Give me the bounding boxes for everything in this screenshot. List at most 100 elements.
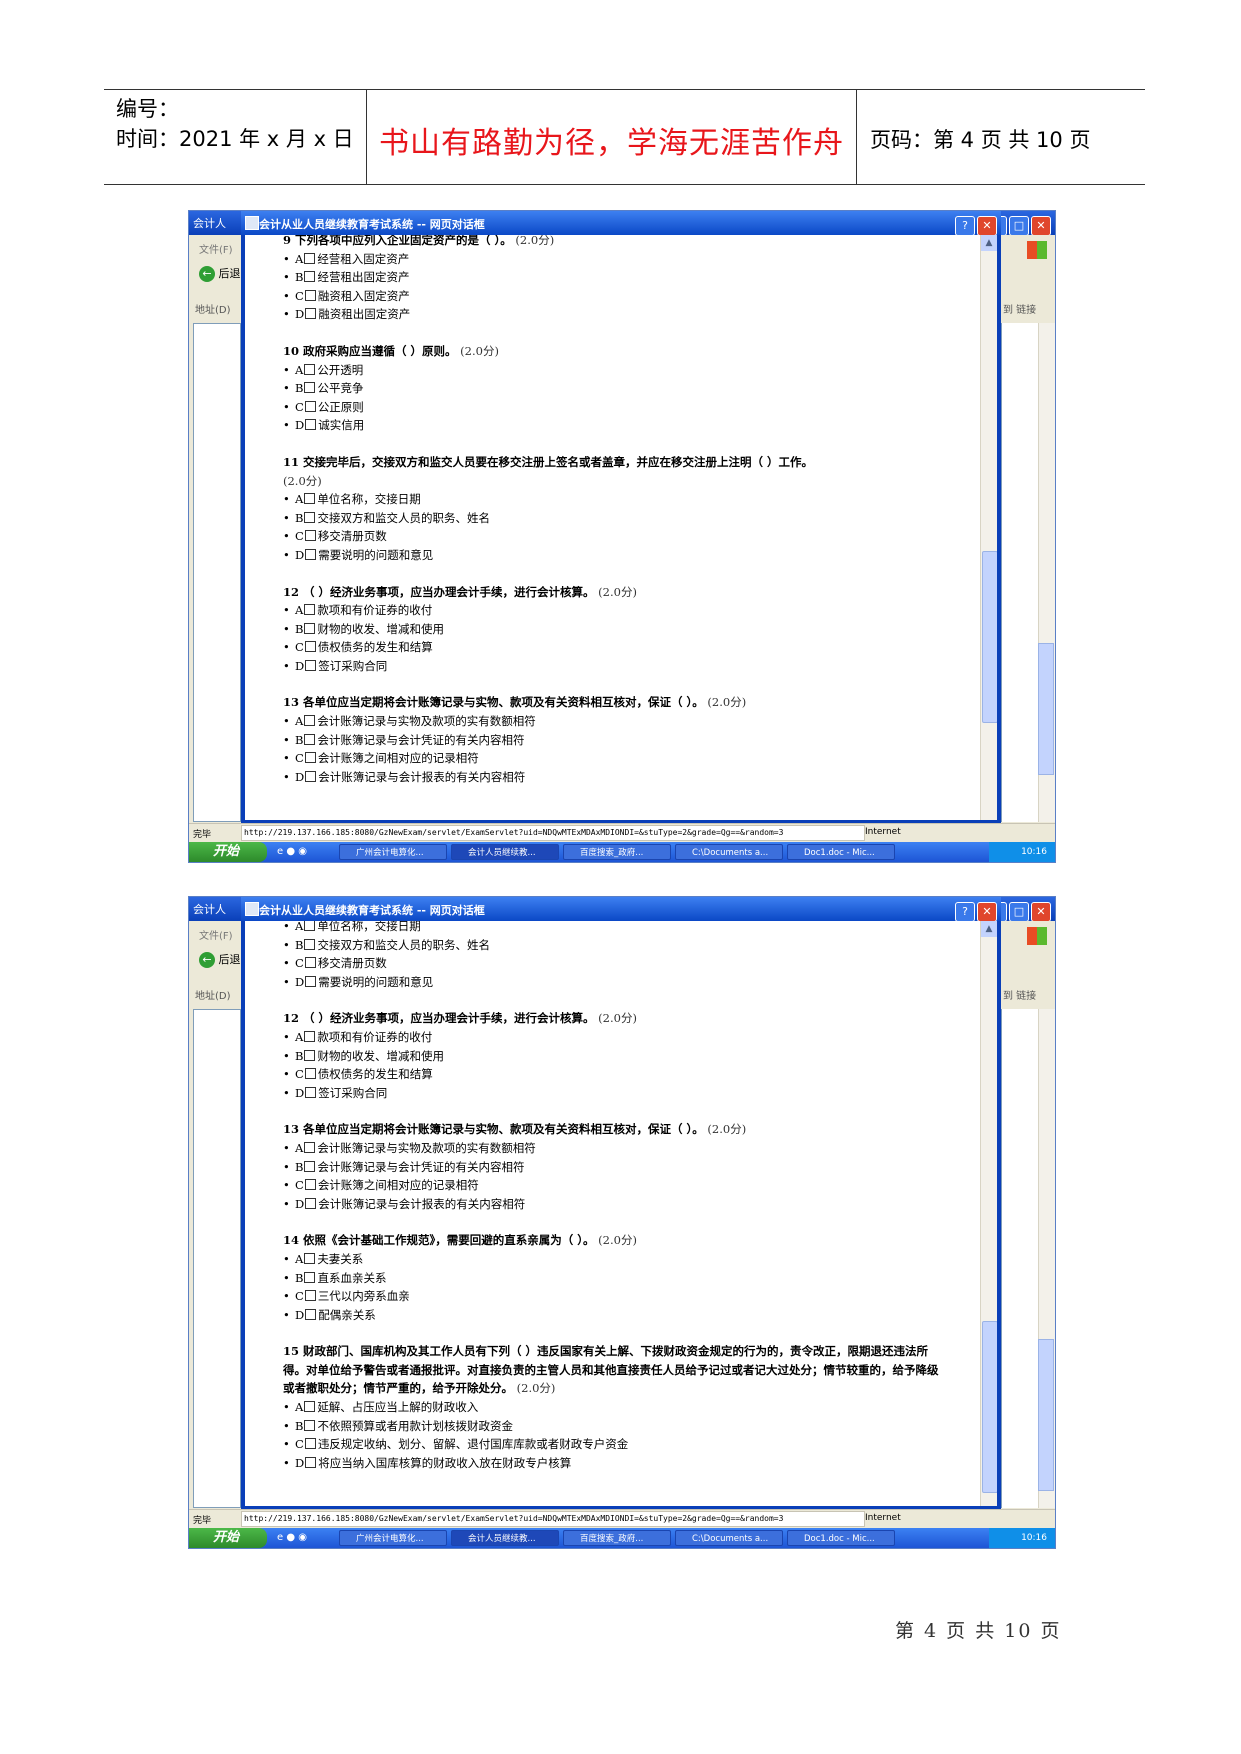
option-c[interactable]: • C 债权债务的发生和结算 [283, 638, 947, 657]
taskbar-item[interactable]: 百度搜索_政府... [563, 1530, 671, 1546]
option-b[interactable]: • B 经营租出固定资产 [283, 268, 947, 287]
checkbox[interactable] [305, 548, 317, 560]
dialog-scrollbar[interactable]: ▲ [980, 921, 997, 1506]
checkbox[interactable] [304, 493, 316, 505]
checkbox[interactable] [305, 1456, 317, 1468]
taskbar-item[interactable]: 会计人员继续教... [451, 1530, 559, 1546]
option-c[interactable]: • C 公正原则 [283, 398, 947, 417]
option-b[interactable]: • B 直系血亲关系 [283, 1269, 947, 1288]
help-icon[interactable]: ? [955, 216, 975, 236]
checkbox[interactable] [304, 1401, 316, 1413]
back-button[interactable]: ← 后退 [199, 951, 241, 968]
option-d[interactable]: • D 配偶亲关系 [283, 1306, 947, 1325]
links-label[interactable]: 到 链接 [1003, 987, 1036, 1002]
checkbox[interactable] [304, 1030, 316, 1042]
checkbox[interactable] [304, 271, 316, 283]
checkbox[interactable] [304, 921, 316, 931]
checkbox[interactable] [304, 289, 316, 301]
option-b[interactable]: • B 交接双方和监交人员的职务、姓名 [283, 509, 947, 528]
checkbox[interactable] [304, 1252, 316, 1264]
file-menu[interactable]: 文件(F) [199, 241, 233, 256]
option-b[interactable]: • B 会计账簿记录与会计凭证的有关内容相符 [283, 1158, 947, 1177]
scroll-up-icon[interactable]: ▲ [981, 235, 997, 251]
checkbox[interactable] [304, 1438, 316, 1450]
option-b[interactable]: • B 会计账簿记录与会计凭证的有关内容相符 [283, 731, 947, 750]
option-a[interactable]: • A 会计账簿记录与实物及款项的实有数额相符 [283, 1139, 947, 1158]
taskbar-item[interactable]: 会计人员继续教... [451, 844, 559, 860]
checkbox[interactable] [304, 1160, 316, 1172]
close-icon[interactable]: ✕ [1031, 902, 1051, 922]
close-icon[interactable]: ✕ [977, 216, 997, 236]
scrollbar-thumb[interactable] [982, 1321, 997, 1493]
checkbox[interactable] [304, 752, 316, 764]
checkbox[interactable] [304, 1419, 316, 1431]
checkbox[interactable] [305, 659, 317, 671]
taskbar-item[interactable]: 广州会计电算化... [339, 844, 447, 860]
scrollbar-thumb[interactable] [1038, 1339, 1054, 1491]
start-button[interactable]: 开始 [189, 842, 267, 862]
option-d[interactable]: • D 融资租出固定资产 [283, 305, 947, 324]
option-b[interactable]: • B 公平竞争 [283, 379, 947, 398]
checkbox[interactable] [305, 308, 317, 320]
option-c[interactable]: • C 融资租入固定资产 [283, 287, 947, 306]
checkbox[interactable] [304, 622, 316, 634]
checkbox[interactable] [305, 770, 317, 782]
checkbox[interactable] [304, 938, 316, 950]
checkbox[interactable] [305, 1197, 317, 1209]
maximize-icon[interactable]: □ [1009, 902, 1029, 922]
checkbox[interactable] [304, 363, 316, 375]
option-c[interactable]: • C 移交清册页数 [283, 527, 947, 546]
checkbox[interactable] [305, 1086, 317, 1098]
checkbox[interactable] [304, 1290, 316, 1302]
option-c[interactable]: • C 会计账簿之间相对应的记录相符 [283, 1176, 947, 1195]
file-menu[interactable]: 文件(F) [199, 927, 233, 942]
checkbox[interactable] [305, 419, 317, 431]
option-a[interactable]: • A 会计账簿记录与实物及款项的实有数额相符 [283, 712, 947, 731]
option-a[interactable]: • A 延解、占压应当上解的财政收入 [283, 1398, 947, 1417]
option-b[interactable]: • B 财物的收发、增减和使用 [283, 1047, 947, 1066]
maximize-icon[interactable]: □ [1009, 216, 1029, 236]
close-icon[interactable]: ✕ [977, 902, 997, 922]
links-label[interactable]: 到 链接 [1003, 301, 1036, 316]
option-b[interactable]: • B 不依照预算或者用款计划核拨财政资金 [283, 1417, 947, 1436]
checkbox[interactable] [304, 715, 316, 727]
option-d[interactable]: • D 诚实信用 [283, 416, 947, 435]
checkbox[interactable] [304, 1141, 316, 1153]
option-c[interactable]: • C 移交清册页数 [283, 954, 947, 973]
checkbox[interactable] [304, 957, 316, 969]
quick-launch[interactable]: e ● ◉ [277, 1532, 307, 1543]
start-button[interactable]: 开始 [189, 1528, 267, 1548]
option-d[interactable]: • D 会计账簿记录与会计报表的有关内容相符 [283, 768, 947, 787]
option-a[interactable]: • A 单位名称，交接日期 [283, 921, 947, 936]
checkbox[interactable] [304, 511, 316, 523]
taskbar-item[interactable]: C:\Documents a... [675, 1530, 783, 1546]
option-c[interactable]: • C 违反规定收纳、划分、留解、退付国库库款或者财政专户资金 [283, 1435, 947, 1454]
scroll-up-icon[interactable]: ▲ [981, 921, 997, 937]
option-c[interactable]: • C 债权债务的发生和结算 [283, 1065, 947, 1084]
checkbox[interactable] [304, 1068, 316, 1080]
option-d[interactable]: • D 签订采购合同 [283, 657, 947, 676]
scrollbar-thumb[interactable] [1038, 643, 1054, 775]
option-c[interactable]: • C 三代以内旁系血亲 [283, 1287, 947, 1306]
taskbar-item[interactable]: Doc1.doc - Mic... [787, 844, 895, 860]
option-a[interactable]: • A 夫妻关系 [283, 1250, 947, 1269]
checkbox[interactable] [304, 1049, 316, 1061]
checkbox[interactable] [304, 1179, 316, 1191]
taskbar-item[interactable]: 广州会计电算化... [339, 1530, 447, 1546]
ie-scrollbar[interactable] [1038, 323, 1055, 822]
checkbox[interactable] [304, 733, 316, 745]
option-d[interactable]: • D 需要说明的问题和意见 [283, 973, 947, 992]
help-icon[interactable]: ? [955, 902, 975, 922]
option-d[interactable]: • D 需要说明的问题和意见 [283, 546, 947, 565]
checkbox[interactable] [304, 400, 316, 412]
checkbox[interactable] [304, 252, 316, 264]
checkbox[interactable] [304, 530, 316, 542]
checkbox[interactable] [304, 1271, 316, 1283]
taskbar-item[interactable]: C:\Documents a... [675, 844, 783, 860]
option-a[interactable]: • A 公开透明 [283, 361, 947, 380]
close-icon[interactable]: ✕ [1031, 216, 1051, 236]
quick-launch[interactable]: e ● ◉ [277, 846, 307, 857]
option-a[interactable]: • A 经营租入固定资产 [283, 250, 947, 269]
option-d[interactable]: • D 会计账簿记录与会计报表的有关内容相符 [283, 1195, 947, 1214]
checkbox[interactable] [305, 1308, 317, 1320]
